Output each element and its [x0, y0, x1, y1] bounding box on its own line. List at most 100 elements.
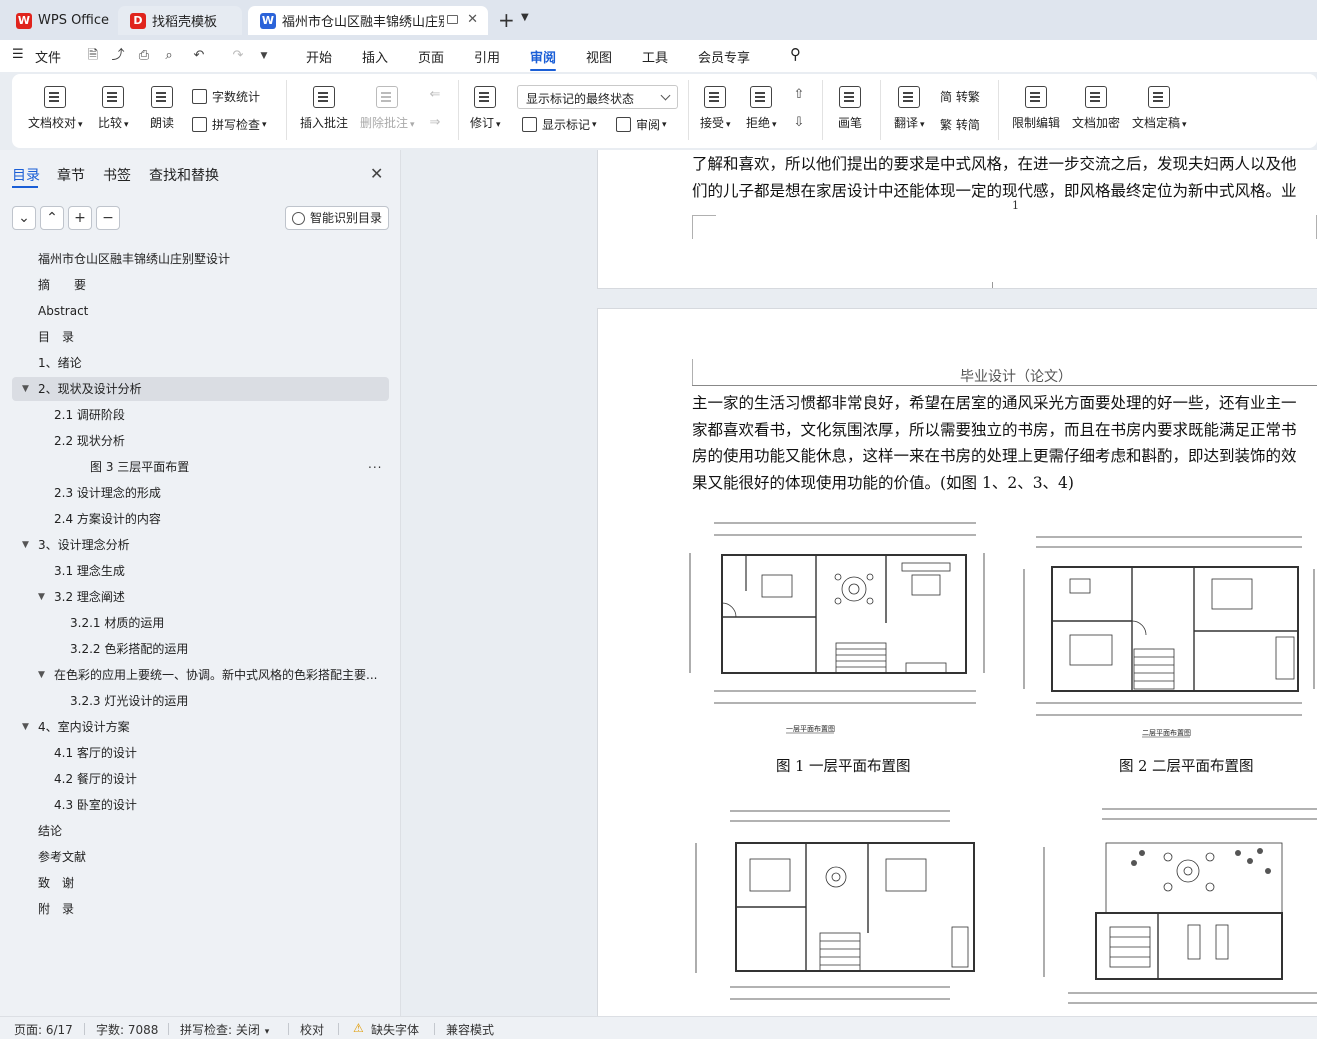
- nav-tab-bookmarks[interactable]: 书签: [103, 165, 131, 185]
- spell-check-button[interactable]: 拼写检查 ▾: [192, 116, 267, 133]
- tab-wps-office[interactable]: W WPS Office: [4, 6, 114, 35]
- remove-heading-button[interactable]: −: [96, 206, 120, 230]
- insert-comment-button[interactable]: 插入批注: [300, 86, 348, 131]
- close-icon[interactable]: ✕: [467, 12, 478, 27]
- toc-item[interactable]: ▼ 3.2 理念阐述: [12, 585, 389, 609]
- nav-tab-sections[interactable]: 章节: [57, 165, 85, 185]
- proofread-status[interactable]: 校对: [300, 1021, 324, 1038]
- toc-item[interactable]: 3.2.1 材质的运用: [12, 611, 389, 635]
- add-heading-button[interactable]: +: [68, 206, 92, 230]
- floor-plan-4-image[interactable]: [1038, 797, 1317, 1009]
- toc-item[interactable]: ▼ 3、设计理念分析: [12, 533, 389, 557]
- print-preview-icon[interactable]: ⌕: [162, 49, 176, 63]
- hamburger-icon[interactable]: ☰: [12, 47, 24, 62]
- toc-item[interactable]: 致 谢: [12, 871, 389, 895]
- toc-item[interactable]: 福州市仓山区融丰锦绣山庄别墅设计: [12, 247, 389, 271]
- save-icon[interactable]: 🗎: [86, 49, 100, 63]
- menu-member[interactable]: 会员专享: [698, 47, 750, 66]
- next-change-icon[interactable]: ⇩: [792, 116, 806, 130]
- toc-item[interactable]: 附 录: [12, 897, 389, 921]
- missing-font-status[interactable]: 缺失字体: [371, 1021, 419, 1038]
- monitor-icon[interactable]: [447, 15, 458, 24]
- search-icon[interactable]: ⚲: [790, 45, 801, 63]
- pen-button[interactable]: 画笔: [838, 86, 862, 131]
- expand-toggle-icon[interactable]: ▼: [22, 715, 29, 739]
- more-options-icon[interactable]: ...: [368, 457, 382, 471]
- revise-button[interactable]: 修订 ▾: [470, 86, 501, 131]
- toc-item[interactable]: 图 3 三层平面布置: [12, 455, 389, 479]
- print-icon[interactable]: ⎙: [137, 49, 151, 63]
- menu-file[interactable]: 文件: [35, 47, 61, 66]
- accept-button[interactable]: 接受 ▾: [700, 86, 731, 131]
- restrict-edit-button[interactable]: 限制编辑: [1012, 86, 1060, 131]
- more-chevron-icon[interactable]: ▼: [257, 49, 271, 63]
- delete-comment-button[interactable]: 删除批注 ▾: [360, 86, 415, 131]
- smart-toc-button[interactable]: 智能识别目录: [285, 206, 389, 230]
- finalize-button[interactable]: 文档定稿 ▾: [1132, 86, 1187, 131]
- toc-item[interactable]: 4.2 餐厅的设计: [12, 767, 389, 791]
- word-count-button[interactable]: 字数统计: [192, 88, 260, 105]
- expand-toggle-icon[interactable]: ▼: [38, 663, 45, 687]
- menu-review[interactable]: 审阅: [530, 47, 556, 66]
- compat-mode-status[interactable]: 兼容模式: [446, 1021, 494, 1038]
- toc-item[interactable]: 1、绪论: [12, 351, 389, 375]
- spell-check-status[interactable]: 拼写检查: 关闭 ▾: [180, 1021, 269, 1038]
- read-aloud-button[interactable]: 朗读: [150, 86, 174, 131]
- toc-item[interactable]: 3.1 理念生成: [12, 559, 389, 583]
- expand-toggle-icon[interactable]: ▼: [38, 585, 45, 609]
- nav-tab-toc[interactable]: 目录: [12, 165, 40, 185]
- reject-button[interactable]: 拒绝 ▾: [746, 86, 777, 131]
- next-comment-icon[interactable]: ⇒: [428, 116, 442, 130]
- redo-icon[interactable]: ↷: [231, 49, 245, 63]
- toc-item[interactable]: 3.2.3 灯光设计的运用: [12, 689, 389, 713]
- doc-check-button[interactable]: 文档校对 ▾: [28, 86, 83, 131]
- toc-item[interactable]: 2.3 设计理念的形成: [12, 481, 389, 505]
- undo-icon[interactable]: ↶: [192, 49, 206, 63]
- page-indicator[interactable]: 页面: 6/17: [14, 1021, 73, 1038]
- document-page[interactable]: 了解和喜欢，所以他们提出的要求是中式风格，在进一步交流之后，发现夫妇两人以及他 …: [597, 150, 1317, 289]
- tab-document[interactable]: W 福州市仓山区融丰锦绣山庄别墅 ✕: [248, 6, 488, 35]
- close-icon[interactable]: ✕: [370, 164, 383, 183]
- word-count-indicator[interactable]: 字数: 7088: [96, 1021, 158, 1038]
- toc-item[interactable]: 2.1 调研阶段: [12, 403, 389, 427]
- menu-page[interactable]: 页面: [418, 47, 444, 66]
- toc-item[interactable]: ▼ 4、室内设计方案: [12, 715, 389, 739]
- toc-item[interactable]: Abstract: [12, 299, 389, 323]
- menu-view[interactable]: 视图: [586, 47, 612, 66]
- toc-item[interactable]: 4.3 卧室的设计: [12, 793, 389, 817]
- collapse-up-button[interactable]: ⌃: [40, 206, 64, 230]
- toc-item[interactable]: 结论: [12, 819, 389, 843]
- expand-toggle-icon[interactable]: ▼: [22, 533, 29, 557]
- prev-change-icon[interactable]: ⇧: [792, 88, 806, 102]
- compare-button[interactable]: 比较 ▾: [98, 86, 129, 131]
- toc-item[interactable]: 2.2 现状分析: [12, 429, 389, 453]
- new-tab-icon[interactable]: +: [498, 8, 515, 32]
- to-traditional-button[interactable]: 简 转繁: [940, 88, 980, 105]
- toc-item[interactable]: 摘 要: [12, 273, 389, 297]
- markup-state-select[interactable]: 显示标记的最终状态: [517, 85, 678, 109]
- prev-comment-icon[interactable]: ⇐: [428, 88, 442, 102]
- toc-item[interactable]: ▼ 在色彩的应用上要统一、协调。新中式风格的色彩搭配主要...: [12, 663, 389, 687]
- floor-plan-1-image[interactable]: 一层平面布置图: [686, 513, 992, 735]
- menu-reference[interactable]: 引用: [474, 47, 500, 66]
- expand-down-button[interactable]: ⌄: [12, 206, 36, 230]
- toc-item[interactable]: 参考文献: [12, 845, 389, 869]
- translate-button[interactable]: 翻译 ▾: [894, 86, 925, 131]
- menu-insert[interactable]: 插入: [362, 47, 388, 66]
- menu-tools[interactable]: 工具: [642, 47, 668, 66]
- toc-item-selected[interactable]: ▼ 2、现状及设计分析: [12, 377, 389, 401]
- document-page[interactable]: 毕业设计（论文） 主一家的生活习惯都非常良好，希望在居室的通风采光方面要处理的好…: [597, 308, 1317, 1016]
- to-simplified-button[interactable]: 繁 转简: [940, 116, 980, 133]
- tab-template[interactable]: D 找稻壳模板: [118, 6, 242, 35]
- floor-plan-3-image[interactable]: [690, 803, 984, 1009]
- show-markup-button[interactable]: 显示标记 ▾: [522, 116, 597, 133]
- review-pane-button[interactable]: 审阅 ▾: [616, 116, 667, 133]
- expand-toggle-icon[interactable]: ▼: [22, 377, 29, 401]
- floor-plan-2-image[interactable]: 二层平面布置图: [1016, 529, 1317, 751]
- menu-home[interactable]: 开始: [306, 47, 332, 66]
- toc-item[interactable]: 3.2.2 色彩搭配的运用: [12, 637, 389, 661]
- share-icon[interactable]: ⤴: [111, 49, 125, 63]
- toc-item[interactable]: 2.4 方案设计的内容: [12, 507, 389, 531]
- encrypt-button[interactable]: 文档加密: [1072, 86, 1120, 131]
- document-canvas[interactable]: 了解和喜欢，所以他们提出的要求是中式风格，在进一步交流之后，发现夫妇两人以及他 …: [402, 150, 1317, 1016]
